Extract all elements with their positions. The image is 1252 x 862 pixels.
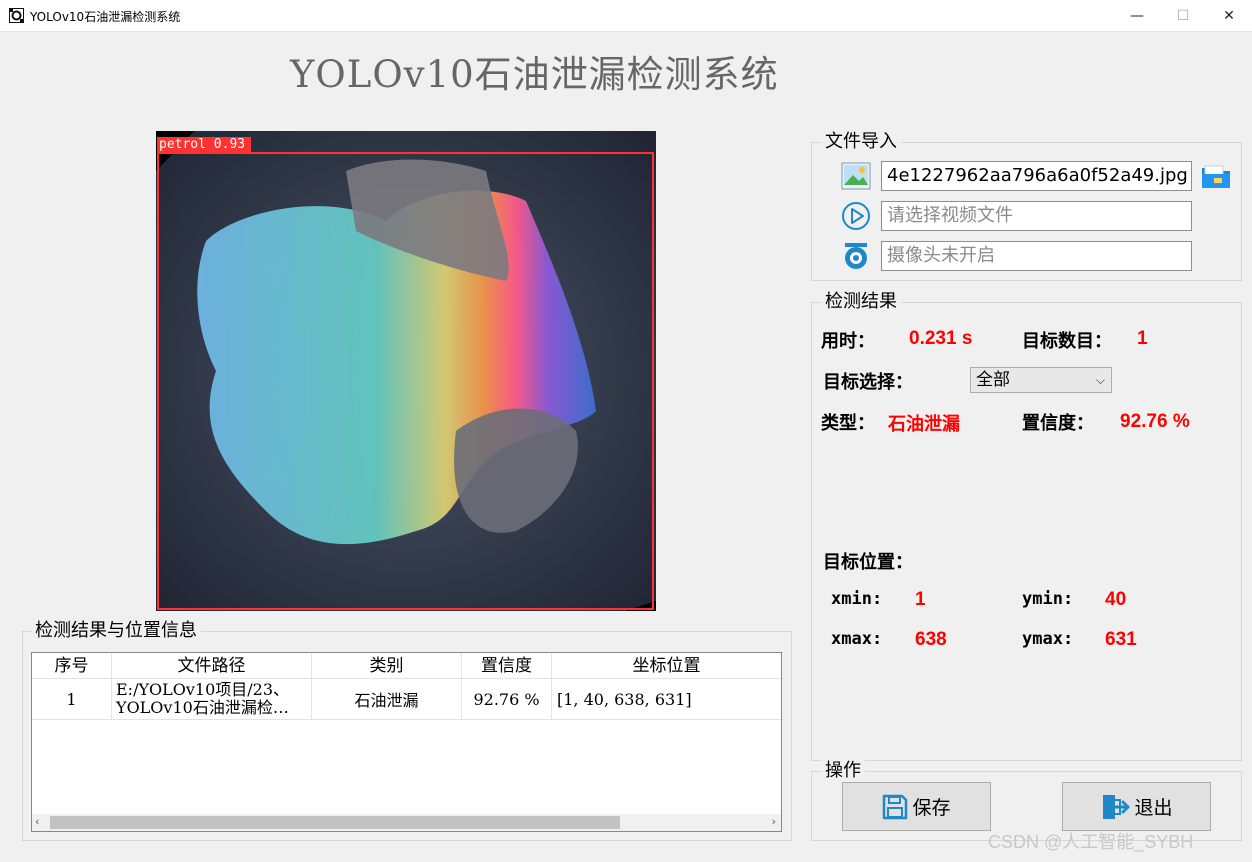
image-file-icon[interactable] — [841, 162, 871, 190]
ymax-value: 631 — [1105, 629, 1137, 650]
type-label: 类型： — [821, 413, 875, 434]
xmax-label: xmax: — [831, 629, 883, 649]
exit-button[interactable]: 退出 — [1062, 782, 1211, 831]
watermark: CSDN @人工智能_SYBH — [988, 832, 1194, 852]
count-label: 目标数目： — [1022, 331, 1112, 352]
save-button-label: 保存 — [912, 797, 951, 819]
exit-icon — [1103, 794, 1130, 819]
results-title: 检测结果 — [821, 291, 901, 313]
column-header-coords[interactable]: 坐标位置 — [552, 653, 781, 679]
row-divider — [32, 719, 781, 720]
folder-open-icon[interactable] — [1200, 162, 1232, 190]
column-header-confidence[interactable]: 置信度 — [462, 653, 552, 679]
window-titlebar — [0, 0, 1252, 32]
video-play-icon[interactable] — [841, 201, 871, 231]
column-header-path[interactable]: 文件路径 — [112, 653, 312, 679]
camera-status-field[interactable]: 摄像头未开启 — [881, 241, 1192, 271]
cell-index[interactable]: 1 — [32, 679, 112, 719]
page-title: YOLOv10石油泄漏检测系统 — [290, 53, 779, 96]
app-icon — [9, 8, 24, 23]
minimize-button[interactable]: — — [1114, 0, 1160, 31]
video-file-field[interactable]: 请选择视频文件 — [881, 201, 1192, 231]
column-header-index[interactable]: 序号 — [32, 653, 112, 679]
ymin-label: ymin: — [1022, 589, 1074, 609]
confidence-value: 92.76 % — [1120, 411, 1190, 432]
target-select-label: 目标选择： — [823, 372, 913, 393]
actions-title: 操作 — [821, 760, 865, 782]
exit-button-label: 退出 — [1134, 797, 1173, 819]
table-title: 检测结果与位置信息 — [31, 620, 201, 642]
ymin-value: 40 — [1105, 589, 1127, 610]
cell-path[interactable]: E:/YOLOv10项目/23、 YOLOv10石油泄漏检… — [112, 679, 312, 719]
column-header-category[interactable]: 类别 — [312, 653, 462, 679]
cell-confidence[interactable]: 92.76 % — [462, 679, 552, 719]
save-icon — [883, 794, 908, 819]
scroll-right-icon[interactable]: › — [772, 815, 776, 828]
xmin-label: xmin: — [831, 589, 883, 609]
close-button[interactable]: ✕ — [1206, 0, 1252, 31]
count-value: 1 — [1137, 328, 1148, 349]
horizontal-scrollbar[interactable]: ‹ › — [32, 814, 781, 831]
position-label: 目标位置： — [823, 552, 913, 573]
scrollbar-thumb[interactable] — [50, 816, 620, 829]
window-title: YOLOv10石油泄漏检测系统 — [30, 10, 181, 24]
scroll-left-icon[interactable]: ‹ — [35, 815, 39, 828]
time-label: 用时： — [821, 331, 875, 352]
detection-label: petrol 0.93 — [157, 137, 252, 153]
cell-coords[interactable]: [1, 40, 638, 631] — [552, 679, 781, 719]
save-button[interactable]: 保存 — [842, 782, 991, 831]
detection-box — [157, 152, 654, 610]
time-value: 0.231 s — [909, 328, 973, 349]
maximize-button[interactable]: ☐ — [1160, 0, 1206, 31]
target-select-value: 全部 — [976, 370, 1010, 390]
ymax-label: ymax: — [1022, 629, 1074, 649]
target-select[interactable]: 全部 ⌵ — [970, 367, 1112, 393]
xmax-value: 638 — [915, 629, 947, 650]
image-path-field[interactable]: 4e1227962aa796a6a0f52a49.jpg — [881, 161, 1192, 191]
cell-path-line1: E:/YOLOv10项目/23、 — [116, 680, 290, 699]
camera-icon[interactable] — [841, 241, 871, 271]
results-table[interactable]: 序号 文件路径 类别 置信度 坐标位置 1 E:/YOLOv10项目/23、 Y… — [31, 652, 782, 832]
cell-path-line2: YOLOv10石油泄漏检… — [116, 698, 289, 717]
xmin-value: 1 — [915, 589, 926, 610]
type-value: 石油泄漏 — [888, 414, 960, 435]
confidence-label: 置信度： — [1022, 413, 1094, 434]
cell-category[interactable]: 石油泄漏 — [312, 679, 462, 719]
file-import-title: 文件导入 — [821, 131, 901, 153]
chevron-down-icon: ⌵ — [1095, 373, 1105, 387]
